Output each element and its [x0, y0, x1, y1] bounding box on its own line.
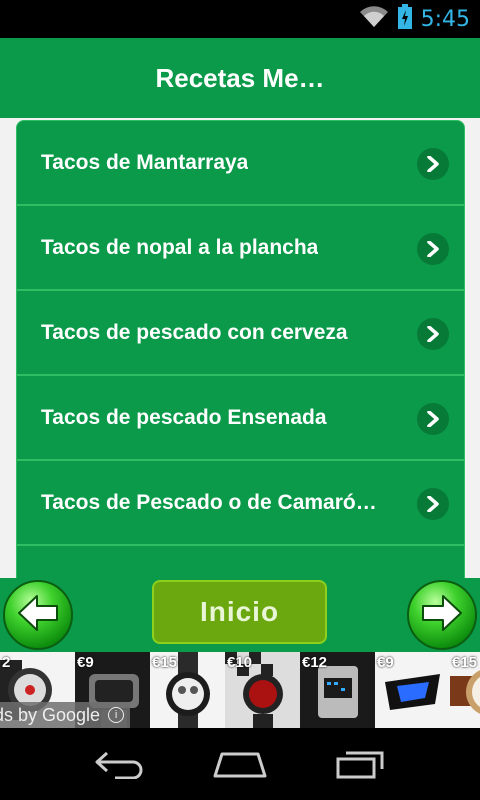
home-icon	[212, 749, 268, 784]
arrow-right-icon	[419, 593, 465, 638]
ad-price: €9	[77, 654, 94, 671]
system-back-button[interactable]	[90, 746, 150, 786]
recents-icon	[334, 749, 386, 784]
list-item-label: Tacos de pescado con cerveza	[41, 320, 348, 344]
list-item-label: Tacos de Pescado o de Camaró…	[41, 490, 377, 514]
list-item[interactable]: Tacos de pescado Ensenada	[17, 376, 464, 461]
back-icon	[93, 749, 147, 784]
ad-price: 2	[2, 654, 11, 671]
system-nav-bar	[0, 728, 480, 800]
page-title: Recetas Me…	[155, 62, 325, 93]
chevron-right-icon	[417, 148, 449, 180]
wifi-icon	[359, 5, 389, 34]
system-recents-button[interactable]	[330, 746, 390, 786]
list-item[interactable]: Tacos de pescado con cerveza	[17, 291, 464, 376]
ad-price: €10	[227, 654, 253, 671]
chevron-right-icon	[417, 403, 449, 435]
ad-price: €15	[452, 654, 478, 671]
ad-attribution-text: ds by Google	[0, 704, 101, 725]
ad-product-tile[interactable]: €10	[225, 652, 300, 728]
info-icon[interactable]: i	[108, 707, 125, 723]
list-item[interactable]: Tacos de Mantarraya	[17, 121, 464, 206]
ad-price: €9	[377, 654, 394, 671]
arrow-left-icon	[15, 593, 61, 638]
forward-button[interactable]	[407, 580, 477, 650]
app-header: Recetas Me…	[0, 38, 480, 118]
chevron-right-icon	[417, 318, 449, 350]
ad-product-tile[interactable]: €9	[375, 652, 450, 728]
content-area: Tacos de Mantarraya Tacos de nopal a la …	[0, 118, 480, 578]
ad-product-tile[interactable]: €15	[450, 652, 480, 728]
back-button[interactable]	[3, 580, 73, 650]
ad-price: €15	[152, 654, 178, 671]
bottom-nav: Inicio	[0, 578, 480, 652]
recipe-list: Tacos de Mantarraya Tacos de nopal a la …	[16, 120, 465, 578]
list-item[interactable]: Tacos de nopal a la plancha	[17, 206, 464, 291]
list-item[interactable]: Tacos de Pescado o de Camaró…	[17, 461, 464, 546]
home-button[interactable]: Inicio	[152, 580, 327, 644]
status-bar: 5:45	[0, 0, 480, 38]
ad-attribution: ds by Google i	[0, 702, 131, 728]
list-item-label: Tacos de Mantarraya	[41, 150, 249, 174]
ad-price: €12	[302, 654, 328, 671]
system-home-button[interactable]	[210, 746, 270, 786]
list-item-label: Tacos de nopal a la plancha	[41, 235, 319, 259]
chevron-right-icon	[417, 233, 449, 265]
list-item-label: Tacos de pescado Ensenada	[41, 405, 327, 429]
status-icons: 5:45	[359, 0, 470, 38]
home-button-label: Inicio	[199, 596, 280, 627]
ad-product-tile[interactable]: €12	[300, 652, 375, 728]
list-item[interactable]	[17, 546, 464, 578]
ad-product-tile[interactable]: €15	[150, 652, 225, 728]
status-time: 5:45	[420, 6, 470, 32]
chevron-right-icon	[417, 488, 449, 520]
battery-icon	[397, 3, 413, 35]
